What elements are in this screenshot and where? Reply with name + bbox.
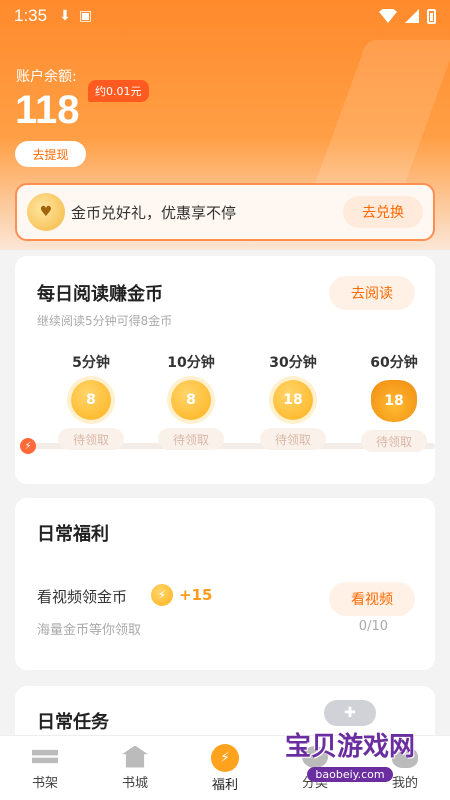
status-bar: 1:35 ⬇ ▣ [0,0,450,32]
watch-video-button[interactable]: 看视频 [329,582,415,616]
tab-label: 福利 [211,777,238,793]
tab-label: 书架 [31,775,58,791]
tab-label: 分类 [301,775,328,791]
gift-icon: ♥ [27,193,65,231]
claim-status-button[interactable]: 待领取 [260,428,326,450]
tab-label: 我的 [391,775,418,791]
tab-welfare[interactable]: ⚡ 福利 [180,736,270,800]
balance-value: 118 [15,88,80,132]
video-task-name: 看视频领金币 [37,588,128,606]
milestone-60min: 60分钟 18 待领取 [354,352,434,452]
milestone-minutes: 10分钟 [167,355,215,371]
lightning-icon: ⚡ [20,438,36,454]
withdraw-button[interactable]: 去提现 [15,141,86,167]
coin-icon: 18 [273,380,313,420]
battery-icon [427,8,436,24]
milestone-minutes: 60分钟 [370,355,418,371]
tab-discover[interactable]: 分类 [270,736,360,800]
bookshelf-icon [32,749,58,764]
daily-read-title: 每日阅读赚金币 [37,284,163,305]
approx-value-badge: 约0.01元 [88,80,149,102]
daily-read-card: 每日阅读赚金币 继续阅读5分钟可得8金币 去阅读 ⚡ 5分钟 8 待领取 10分… [15,256,435,484]
status-time: 1:35 [14,6,48,25]
discover-icon [302,745,328,768]
milestone-minutes: 5分钟 [72,355,110,371]
video-task-progress: 0/10 [358,619,388,634]
go-read-button[interactable]: 去阅读 [329,276,415,310]
claim-status-button[interactable]: 待领取 [158,428,224,450]
profile-icon [392,745,418,768]
daily-read-subtitle: 继续阅读5分钟可得8金币 [37,314,173,328]
download-icon: ⬇ [59,8,71,24]
a-icon: ▣ [78,8,93,24]
milestone-minutes: 30分钟 [269,355,317,371]
claim-status-button[interactable]: 待领取 [361,430,427,452]
milestone-30min: 30分钟 18 待领取 [253,352,333,450]
exchange-button[interactable]: 去兑换 [343,196,423,228]
signal-icon [405,9,419,23]
daily-welfare-card: 日常福利 看视频领金币 ⚡ +15 海量金币等你领取 看视频 0/10 [15,498,435,670]
video-task-description: 海量金币等你领取 [37,623,142,638]
exchange-banner-text: 金币兑好礼，优惠享不停 [71,203,237,222]
header-decoration [312,40,450,190]
milestone-10min: 10分钟 8 待领取 [151,352,231,450]
exchange-banner[interactable]: ♥ 金币兑好礼，优惠享不停 去兑换 [15,183,435,241]
daily-tasks-title: 日常任务 [37,712,109,733]
bottom-tab-bar: 书架 书城 ⚡ 福利 分类 我的 [0,735,450,800]
video-task-reward: +15 [179,586,213,604]
coin-icon: 8 [71,380,111,420]
reading-milestones: ⚡ 5分钟 8 待领取 10分钟 8 待领取 30分钟 18 待领取 60分钟 … [15,352,435,462]
milestone-5min: 5分钟 8 待领取 [51,352,131,450]
welfare-icon: ⚡ [211,743,239,772]
store-icon [122,745,148,768]
lightning-coin-icon: ⚡ [151,584,173,606]
balance-label: 账户余额: [16,69,77,85]
tab-store[interactable]: 书城 [90,736,180,800]
wifi-icon [379,9,397,23]
tab-bookshelf[interactable]: 书架 [0,736,90,800]
coin-icon: 8 [171,380,211,420]
claim-status-button[interactable]: 待领取 [58,428,124,450]
tab-profile[interactable]: 我的 [360,736,450,800]
coin-bag-icon: 18 [371,380,417,422]
daily-welfare-title: 日常福利 [37,524,109,545]
tab-label: 书城 [121,775,148,791]
